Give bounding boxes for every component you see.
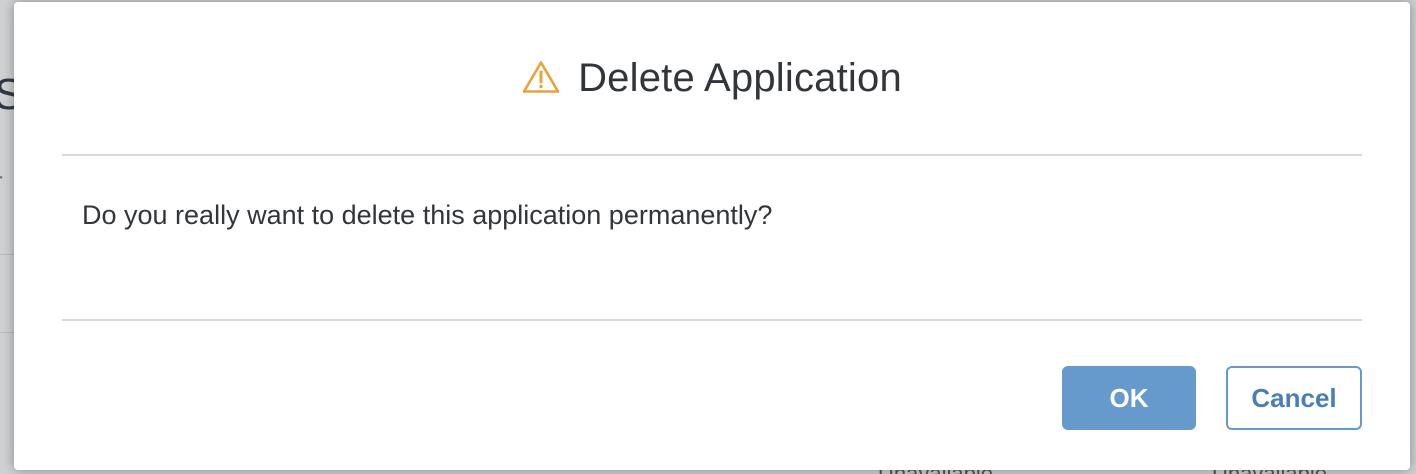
warning-triangle-icon xyxy=(522,60,560,94)
cancel-button[interactable]: Cancel xyxy=(1226,366,1362,430)
background-subtitle-fragment: r xyxy=(0,166,3,197)
dialog-header: Delete Application xyxy=(14,2,1410,154)
background-divider xyxy=(0,254,14,255)
header-divider xyxy=(62,154,1362,156)
ok-button[interactable]: OK xyxy=(1062,366,1196,430)
footer-divider xyxy=(62,319,1362,321)
dialog-message: Do you really want to delete this applic… xyxy=(82,200,773,230)
background-divider xyxy=(0,332,14,333)
dialog-title: Delete Application xyxy=(578,55,902,100)
delete-application-dialog: Delete Application Do you really want to… xyxy=(14,2,1410,470)
